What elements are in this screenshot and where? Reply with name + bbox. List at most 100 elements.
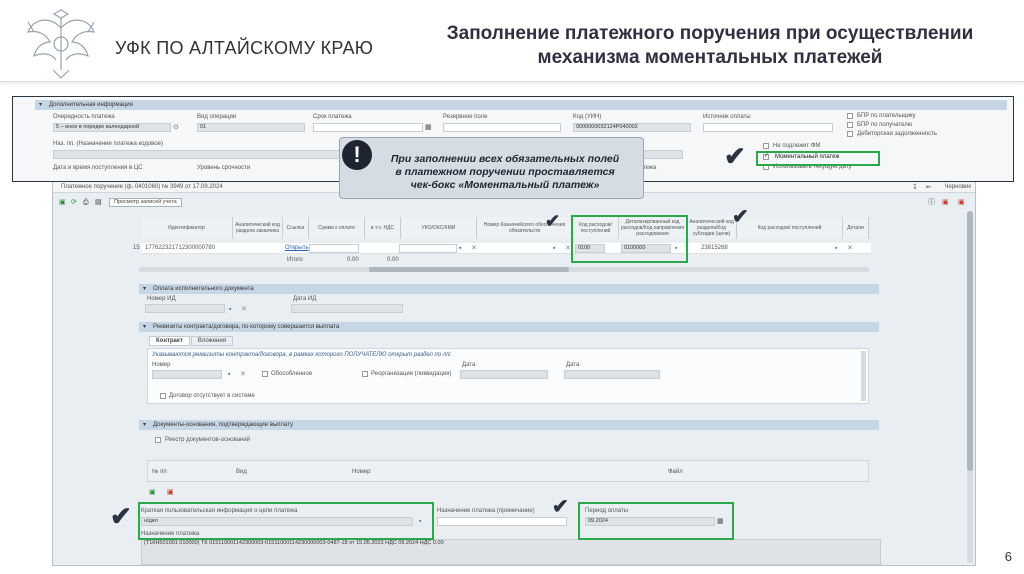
- reorg-checkbox[interactable]: [362, 371, 368, 377]
- exec-doc-number-label: Номер ИД: [147, 296, 176, 302]
- purpose-note-label: Назначение платежа (примечание): [437, 508, 535, 514]
- row-amount-field[interactable]: [309, 244, 359, 253]
- checkmark-icon: ✔: [545, 211, 561, 231]
- exclamation-icon: !: [342, 140, 372, 170]
- recipient-bpr-checkbox[interactable]: [847, 122, 853, 128]
- info-icon[interactable]: ⓘ: [928, 199, 935, 206]
- tab-attachments[interactable]: Вложения: [190, 336, 233, 346]
- additional-info-header[interactable]: Дополнительная информация: [35, 100, 1007, 110]
- add-doc-icon[interactable]: ▣: [149, 489, 156, 496]
- totals-label: Итого: [287, 257, 303, 263]
- priority-label: Очередность платежа: [53, 114, 115, 120]
- row-number: 15: [133, 245, 140, 251]
- period-highlight: [578, 502, 734, 540]
- print-icon[interactable]: ⎙: [83, 199, 90, 206]
- col-ukoks: УКО/ОКС/КМИ: [401, 217, 477, 239]
- basis-col-type: Вид: [236, 469, 247, 475]
- purpose-field[interactable]: (Т1КН501001 010000) ТК 01511000114230000…: [141, 539, 881, 565]
- row-expense2-lookup-icon[interactable]: ▪: [835, 245, 842, 252]
- exec-doc-clear-icon[interactable]: ✕: [241, 306, 248, 313]
- save-icon[interactable]: ▣: [59, 199, 66, 206]
- contract-clear-icon[interactable]: ✕: [240, 371, 247, 378]
- basis-col-file: Файл: [668, 469, 683, 475]
- registry-checkbox[interactable]: [155, 437, 161, 443]
- tab-contract[interactable]: Контракт: [149, 336, 190, 346]
- form-scrollbar-thumb[interactable]: [967, 211, 973, 471]
- receivables-checkbox[interactable]: [847, 131, 853, 137]
- col-subsidy-code: Аналитический код раздела/Код субсидии (…: [687, 217, 737, 239]
- col-analytic-code: Аналитический код раздела заказчика: [233, 217, 283, 239]
- checkmark-icon: ✔: [732, 206, 749, 228]
- payment-source-label: Источник оплаты: [703, 114, 751, 120]
- hide-panel-icon[interactable]: ⇤: [926, 184, 933, 191]
- contract-number-label: Номер: [152, 362, 171, 368]
- expand-icon[interactable]: ↧: [912, 184, 919, 191]
- row-treasury-lookup-icon[interactable]: ▪: [553, 245, 560, 252]
- exec-doc-number-field[interactable]: [145, 304, 225, 313]
- export-icon[interactable]: ▤: [95, 199, 102, 206]
- russian-eagle-emblem-icon: [20, 8, 102, 80]
- instant-payment-highlight: [756, 151, 880, 166]
- org-name: УФК ПО АЛТАЙСКОМУ КРАЮ: [115, 38, 374, 58]
- priority-select[interactable]: 5 – иное в порядке календарной: [53, 123, 171, 132]
- due-date-field[interactable]: [313, 123, 423, 132]
- draft-status: Черновик: [944, 184, 972, 190]
- priority-dropdown-icon[interactable]: ⊙: [173, 124, 180, 131]
- row-open-link[interactable]: Открыть: [285, 245, 309, 251]
- checkmark-icon: ✔: [552, 496, 569, 518]
- not-tied-fm-checkbox[interactable]: [763, 143, 769, 149]
- contract-header[interactable]: Реквизиты контракта/договора, по котором…: [139, 322, 879, 332]
- payment-source-field[interactable]: [703, 123, 833, 132]
- table-horizontal-scrollbar[interactable]: [139, 267, 869, 272]
- col-expense-code-2: Код расходов/ поступлений: [737, 217, 843, 239]
- slide-title: Заполнение платежного поручения при осущ…: [410, 22, 1010, 70]
- contract-missing-checkbox[interactable]: [160, 393, 166, 399]
- table-row[interactable]: 15 177622321712300000780 Открыть ▪ ✕ ▪ ✕…: [133, 243, 871, 254]
- basis-col-num: № пп: [152, 469, 167, 475]
- reserve-field[interactable]: [443, 123, 561, 132]
- pdf-icon[interactable]: ▣: [942, 199, 949, 206]
- purpose-code-label: Наз. пп. (Назначение платежа кодовое): [53, 141, 163, 147]
- remove-doc-icon[interactable]: ▣: [167, 489, 174, 496]
- payer-bpr-checkbox[interactable]: [847, 113, 853, 119]
- slide-title-line1: Заполнение платежного поручения при осущ…: [446, 23, 974, 44]
- basis-docs-header[interactable]: Документы-основания, подтверждающие выпл…: [139, 420, 879, 430]
- urgency-label: Уровень срочности: [197, 165, 251, 171]
- contract-date2-field[interactable]: [564, 370, 660, 379]
- col-details: Детали: [843, 217, 869, 239]
- report-icon[interactable]: ▣: [958, 199, 965, 206]
- due-date-calendar-icon[interactable]: ▦: [425, 124, 432, 131]
- not-tied-fm-label: Не подлежит ФМ: [773, 143, 821, 149]
- refresh-icon[interactable]: ⟳: [71, 199, 78, 206]
- callout-line2: в платежном поручении проставляется: [395, 166, 615, 178]
- operation-type-label: Вид операции: [197, 114, 237, 120]
- row-ukoks-lookup-icon[interactable]: ▪: [459, 245, 466, 252]
- contract-number-field[interactable]: [152, 370, 222, 379]
- operation-type-field[interactable]: 01: [197, 123, 305, 132]
- separate-checkbox[interactable]: [262, 371, 268, 377]
- receivables-label: Дебиторская задолженность: [857, 131, 937, 137]
- row-ukoks-field[interactable]: [399, 244, 457, 253]
- expense-codes-highlight: [571, 215, 688, 263]
- view-records-button[interactable]: Просмотр записей учета: [109, 198, 182, 207]
- exec-doc-lookup-icon[interactable]: ▪: [229, 306, 236, 313]
- basis-col-number: Номер: [352, 469, 371, 475]
- checkmark-icon: ✔: [110, 501, 132, 531]
- contract-scrollbar[interactable]: [861, 351, 866, 401]
- contract-lookup-icon[interactable]: ▪: [228, 371, 235, 378]
- exec-doc-date-field[interactable]: [291, 304, 403, 313]
- instant-payment-callout: ! При заполнении всех обязательных полей…: [339, 137, 644, 199]
- purpose-note-field[interactable]: [437, 517, 567, 526]
- contract-date-field[interactable]: [460, 370, 548, 379]
- row-ukoks-clear-icon[interactable]: ✕: [471, 245, 478, 252]
- exec-doc-header[interactable]: Оплата исполнительного документа: [139, 284, 879, 294]
- recipient-bpr-label: БПР по получателю: [857, 122, 913, 128]
- row-subsidy-code: 23815268: [701, 245, 728, 251]
- basis-docs-table-header: № пп Вид Номер Файл: [147, 460, 869, 482]
- uin-field[interactable]: 0000000032124Р040002: [573, 123, 691, 132]
- short-info-highlight: [138, 502, 434, 540]
- form-vertical-scrollbar[interactable]: [967, 211, 973, 563]
- due-date-label: Срок платежа: [313, 114, 352, 120]
- row-expense2-clear-icon[interactable]: ✕: [847, 245, 854, 252]
- scrollbar-thumb[interactable]: [369, 267, 569, 272]
